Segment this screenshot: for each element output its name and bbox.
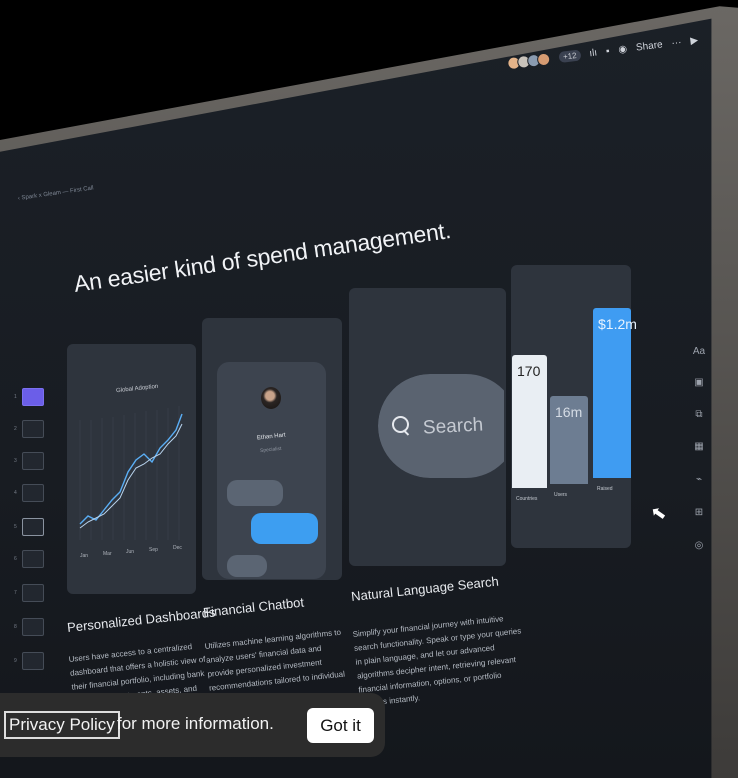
collaborator-count-badge: +12 bbox=[558, 49, 582, 64]
month-label: Jan bbox=[80, 553, 89, 559]
palette-icon[interactable]: ◎ bbox=[691, 540, 707, 551]
slide-thumbnail[interactable]: 1 bbox=[14, 388, 44, 406]
search-icon bbox=[392, 416, 409, 433]
slide-thumbnail[interactable]: 3 bbox=[14, 452, 44, 470]
text-style-icon[interactable]: Aa bbox=[691, 346, 707, 357]
bar-category-label: Users bbox=[554, 492, 568, 498]
more-icon[interactable]: ··· bbox=[671, 37, 682, 49]
grid-icon[interactable]: ⊞ bbox=[691, 507, 707, 518]
comment-icon[interactable]: ▪ bbox=[605, 46, 610, 57]
analytics-icon[interactable]: ılı bbox=[589, 47, 598, 59]
bar-raised bbox=[593, 308, 631, 478]
chat-bubble-outgoing bbox=[251, 513, 318, 544]
slide-thumbnail[interactable]: 2 bbox=[14, 420, 44, 438]
share-button[interactable]: Share bbox=[635, 39, 663, 53]
bar-category-label: Raised bbox=[597, 486, 613, 492]
month-label: Sep bbox=[149, 547, 158, 553]
avatar bbox=[261, 387, 281, 409]
table-icon[interactable]: ▦ bbox=[691, 441, 707, 452]
bar-value-label: 16m bbox=[555, 404, 583, 420]
adoption-line-chart bbox=[79, 406, 183, 540]
image-icon[interactable]: ▣ bbox=[691, 377, 707, 388]
bar-value-label: $1.2m bbox=[598, 316, 637, 332]
cookie-banner-text: for more information. bbox=[117, 714, 274, 733]
bar-category-label: Countries bbox=[516, 496, 538, 502]
slide-thumbnail[interactable]: 9 bbox=[14, 652, 44, 670]
search-placeholder: Search bbox=[422, 414, 484, 439]
chat-bubble-incoming bbox=[227, 480, 283, 506]
slide-thumbnail[interactable]: 5 bbox=[14, 518, 44, 536]
bar-value-label: 170 bbox=[517, 363, 541, 379]
series-line-primary bbox=[79, 413, 183, 525]
avatar bbox=[536, 52, 551, 67]
device-scene: +12 ılı ▪ ◉ Share ··· ▶ ‹ Spark x Gleam … bbox=[0, 0, 738, 778]
month-label: Dec bbox=[173, 545, 182, 551]
slide-thumbnail[interactable]: 4 bbox=[14, 484, 44, 502]
got-it-button[interactable]: Got it bbox=[307, 708, 374, 743]
slide-thumbnail[interactable]: 6 bbox=[14, 550, 44, 568]
record-icon[interactable]: ◉ bbox=[618, 44, 628, 56]
link-icon[interactable]: ⧉ bbox=[691, 409, 707, 420]
month-label: Jun bbox=[126, 549, 135, 555]
privacy-policy-link[interactable]: Privacy Policy bbox=[4, 711, 120, 739]
month-label: Mar bbox=[103, 551, 112, 557]
play-icon[interactable]: ▶ bbox=[690, 35, 699, 47]
chart-icon[interactable]: ⌁ bbox=[691, 474, 707, 485]
series-line-secondary bbox=[79, 423, 183, 529]
slide-thumbnail[interactable]: 7 bbox=[14, 584, 44, 602]
cookie-banner: Privacy Policy for more information. Got… bbox=[0, 693, 385, 757]
slide-thumbnail[interactable]: 8 bbox=[14, 618, 44, 636]
chat-bubble-incoming bbox=[227, 555, 267, 577]
